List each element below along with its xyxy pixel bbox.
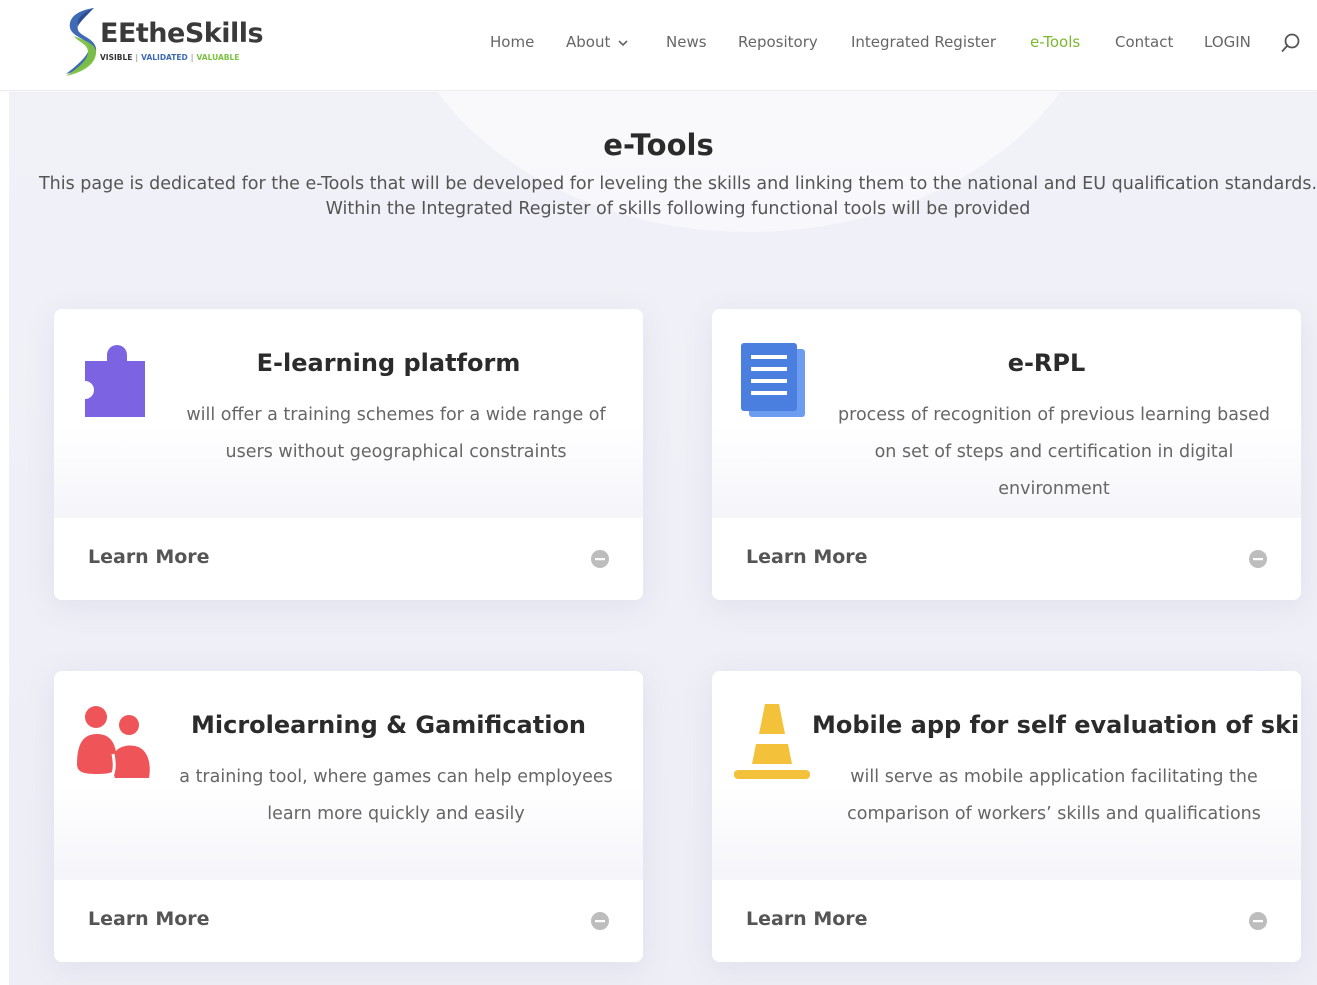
card-description: a training tool, where games can help em… (179, 767, 613, 824)
tagline-valuable: VALUABLE (196, 53, 240, 62)
card-title: Microlearning & Gamification (190, 711, 587, 739)
card-description: process of recognition of previous learn… (838, 405, 1270, 499)
card-title: Mobile app for self evaluation of skills (812, 711, 1301, 739)
collapse-icon[interactable] (590, 911, 610, 931)
nav-home[interactable]: Home (490, 33, 534, 51)
tagline-validated: VALIDATED (141, 53, 188, 62)
nav-e-tools[interactable]: e-Tools (1030, 33, 1080, 51)
card-microlearning: Microlearning & Gamification a training … (54, 671, 643, 962)
site-header: EEtheSkills VISIBLE | VALIDATED | VALUABLE H… (0, 0, 1317, 91)
learn-more-link[interactable]: Learn More (746, 908, 868, 930)
logo-tagline: VISIBLE | VALIDATED | VALUABLE (100, 53, 240, 62)
card-e-rpl: e-RPL process of recognition of previous… (712, 309, 1301, 600)
tagline-visible: VISIBLE (100, 53, 133, 62)
nav-about-label: About (566, 33, 611, 51)
card-mobile-app: Mobile app for self evaluation of skills… (712, 671, 1301, 962)
nav-integrated-register[interactable]: Integrated Register (851, 33, 996, 51)
card-e-learning: E-learning platform will offer a trainin… (54, 309, 643, 600)
learn-more-link[interactable]: Learn More (746, 546, 868, 568)
nav-login[interactable]: LOGIN (1204, 33, 1251, 51)
collapse-icon[interactable] (590, 549, 610, 569)
document-icon (741, 343, 805, 417)
puzzle-icon (85, 345, 145, 417)
search-icon[interactable] (1280, 32, 1302, 54)
people-icon (77, 706, 150, 779)
card-title: E-learning platform (256, 349, 521, 377)
card-title: e-RPL (1007, 349, 1086, 377)
nav-repository[interactable]: Repository (738, 33, 818, 51)
collapse-icon[interactable] (1248, 911, 1268, 931)
nav-about[interactable]: About (566, 33, 628, 51)
nav-news[interactable]: News (666, 33, 707, 51)
logo-wordmark: EEtheSkills (100, 18, 264, 49)
page-title: e-Tools (603, 128, 714, 162)
card-description: will offer a training schemes for a wide… (186, 405, 606, 462)
learn-more-link[interactable]: Learn More (88, 908, 210, 930)
nav-contact[interactable]: Contact (1115, 33, 1173, 51)
site-logo[interactable]: EEtheSkills VISIBLE | VALIDATED | VALUABLE (62, 6, 264, 78)
intro-text-line-2: Within the Integrated Register of skills… (325, 199, 1031, 219)
card-description: will serve as mobile application facilit… (847, 767, 1261, 824)
learn-more-link[interactable]: Learn More (88, 546, 210, 568)
cone-icon (734, 704, 810, 779)
intro-text-line-1: This page is dedicated for the e-Tools t… (38, 174, 1317, 194)
logo-s-icon (66, 8, 97, 76)
collapse-icon[interactable] (1248, 549, 1268, 569)
chevron-down-icon (618, 40, 628, 47)
